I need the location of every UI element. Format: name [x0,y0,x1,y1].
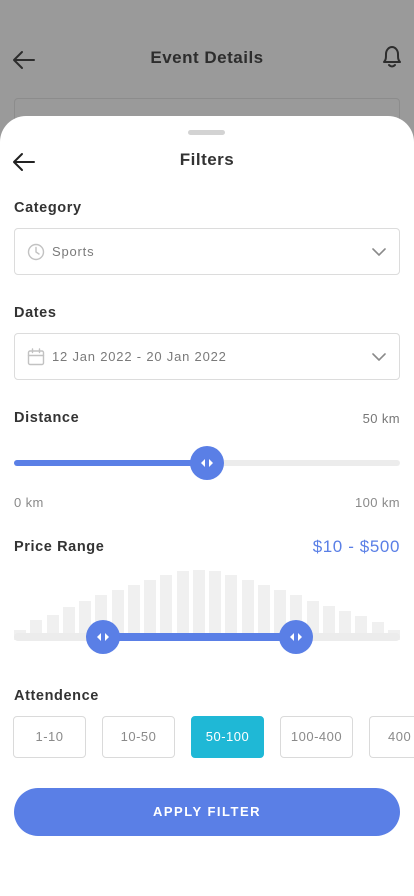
distance-max-label: 100 km [354,495,400,510]
dates-label: Dates [14,305,57,321]
attendence-chip[interactable]: 10-50 [102,716,175,758]
attendence-chip[interactable]: 400 [369,716,414,758]
category-label: Category [14,200,82,216]
chevron-down-icon [372,248,386,256]
distance-min-label: 0 km [14,495,44,510]
category-dropdown[interactable]: Sports [14,228,400,275]
background-page-title: Event Details [150,48,264,67]
distance-label: Distance [14,410,80,426]
attendence-chip[interactable]: 100-400 [280,716,353,758]
distance-value: 50 km [362,411,400,426]
attendence-chip-selected[interactable]: 50-100 [191,716,264,758]
histogram-bar [209,571,222,640]
price-slider-low-thumb[interactable] [85,620,120,654]
histogram-bar [160,574,173,640]
histogram-bar [127,585,140,640]
price-range-value: $10 - $500 [312,537,400,556]
histogram-bar [241,579,254,640]
price-histogram [14,564,400,640]
sheet-grabber[interactable] [188,130,225,135]
clock-icon [27,243,45,261]
distance-slider-thumb[interactable] [190,446,224,480]
sheet-title: Filters [179,150,235,169]
chevron-down-icon [372,353,386,361]
drag-arrows-icon [289,633,302,641]
bell-icon [383,46,401,68]
price-range-label: Price Range [14,539,105,555]
calendar-icon [27,348,45,366]
price-slider-fill [102,633,296,641]
drag-arrows-icon [201,459,213,467]
category-value: Sports [52,244,95,259]
histogram-bar [176,571,189,640]
apply-filter-button[interactable]: APPLY FILTER [14,788,400,836]
histogram-bar [144,579,157,640]
dates-value: 12 Jan 2022 - 20 Jan 2022 [52,349,227,364]
attendence-chip[interactable]: 1-10 [13,716,86,758]
distance-slider-fill [14,460,194,466]
price-slider-high-thumb[interactable] [278,620,313,654]
attendence-label: Attendence [14,688,99,704]
histogram-bar [257,585,270,640]
price-slider-track[interactable] [14,633,400,641]
histogram-bar [225,574,238,640]
histogram-bar [192,570,205,640]
drag-arrows-icon [96,633,109,641]
dates-dropdown[interactable]: 12 Jan 2022 - 20 Jan 2022 [14,333,400,380]
